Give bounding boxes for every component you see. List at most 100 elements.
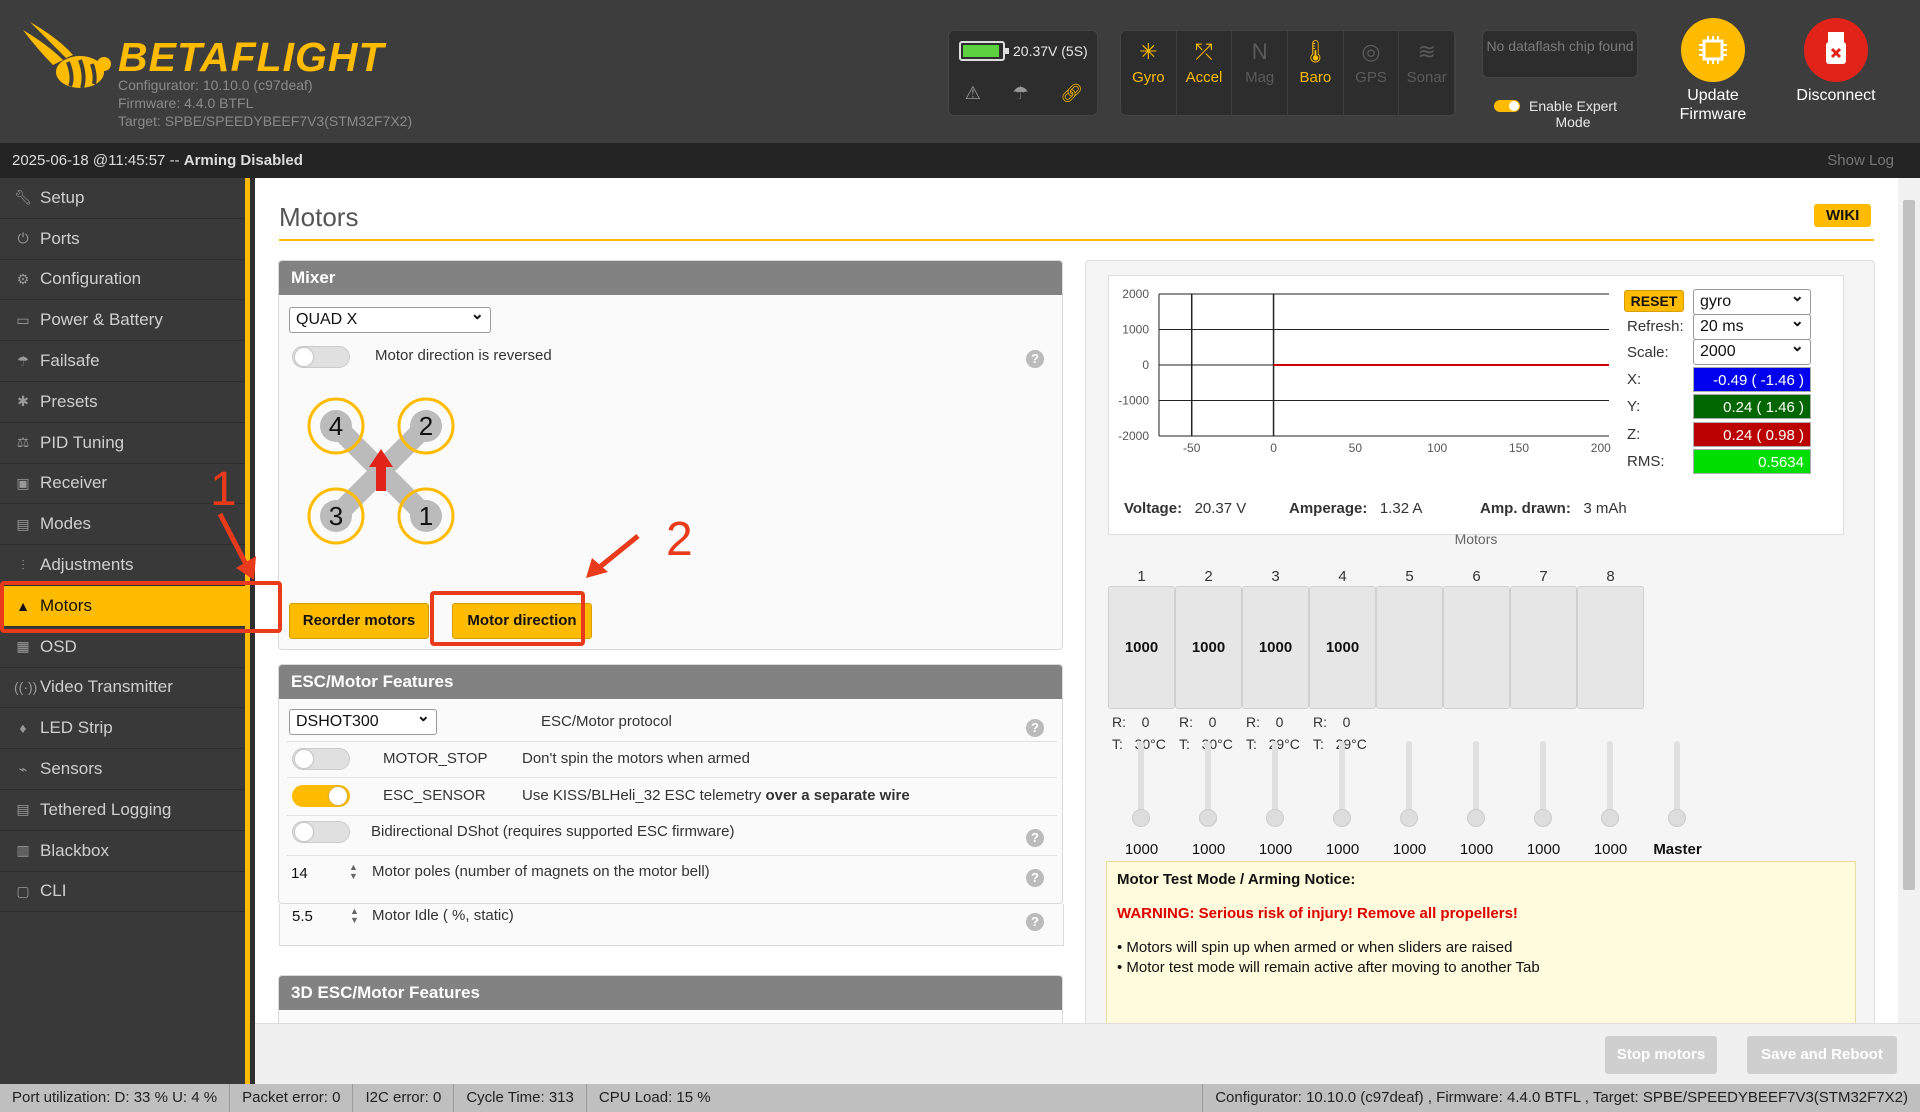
annotation-number-2: 2 bbox=[666, 513, 693, 566]
esc-protocol-select[interactable]: DSHOT300 bbox=[289, 707, 437, 735]
help-icon[interactable]: ? bbox=[1026, 719, 1044, 737]
motor-value-bar: 1000 bbox=[1108, 586, 1175, 709]
sidebar-item-video-transmitter[interactable]: ((·)) Video Transmitter bbox=[0, 668, 245, 709]
rms-label: RMS: bbox=[1627, 453, 1665, 470]
version-info: Configurator: 10.10.0 (c97deaf) Firmware… bbox=[118, 76, 412, 130]
help-icon[interactable]: ? bbox=[1026, 869, 1044, 887]
motor-slider[interactable] bbox=[1601, 741, 1619, 827]
help-icon[interactable]: ? bbox=[1026, 829, 1044, 847]
log-bar: 2025-06-18 @11:45:57 -- Arming Disabled … bbox=[0, 143, 1920, 178]
sidebar-item-setup[interactable]: 🔧︎ Setup bbox=[0, 178, 245, 219]
spinner-icon[interactable]: ▲ ▼ bbox=[350, 907, 359, 925]
slider-handle[interactable] bbox=[1199, 809, 1217, 827]
baro-icon: 🌡︎ bbox=[1301, 39, 1330, 64]
bidir-dshot-toggle[interactable] bbox=[292, 821, 350, 843]
slider-handle[interactable] bbox=[1333, 809, 1351, 827]
usb-disconnect-icon bbox=[1804, 18, 1868, 82]
update-firmware-button[interactable]: Update Firmware bbox=[1658, 18, 1768, 124]
motor-value-bar: 1000 bbox=[1175, 586, 1242, 709]
mixer-type-select[interactable]: QUAD X bbox=[289, 305, 491, 333]
motor-value: 1000 bbox=[1124, 639, 1159, 656]
motor-value-bar bbox=[1577, 586, 1644, 709]
content-scrollbar[interactable] bbox=[1898, 178, 1920, 1023]
sidebar-item-power-battery[interactable]: ▭ Power & Battery bbox=[0, 300, 245, 342]
sidebar-item-label: CLI bbox=[40, 881, 67, 901]
reset-button[interactable]: RESET bbox=[1624, 290, 1684, 312]
sidebar-item-blackbox[interactable]: ▥ Blackbox bbox=[0, 831, 245, 872]
motor-slider[interactable] bbox=[1132, 741, 1150, 827]
motor-1-label: 1 bbox=[419, 501, 433, 531]
3d-esc-panel-title: 3D ESC/Motor Features bbox=[279, 976, 1062, 1010]
bidir-dshot-label: Bidirectional DShot (requires supported … bbox=[371, 823, 735, 840]
sidebar-item-ports[interactable]: ⏻ Ports bbox=[0, 219, 245, 260]
motor-slider[interactable] bbox=[1400, 741, 1418, 827]
sensor-graph: 2000 1000 0 -1000 -2000 -50 0 50 100 150 200 RESET… bbox=[1108, 275, 1844, 535]
save-reboot-button[interactable]: Save and Reboot bbox=[1747, 1036, 1897, 1074]
sidebar-item-configuration[interactable]: ⚙ Configuration bbox=[0, 260, 245, 301]
sidebar-item-pid-tuning[interactable]: ⚖ PID Tuning bbox=[0, 423, 245, 464]
sidebar-item-presets[interactable]: ✱ Presets bbox=[0, 382, 245, 423]
expert-mode-toggle[interactable]: Enable Expert Mode bbox=[1494, 98, 1618, 130]
arming-status: Arming Disabled bbox=[183, 152, 303, 169]
sidebar-item-failsafe[interactable]: ☂ Failsafe bbox=[0, 341, 245, 382]
esc-sensor-toggle[interactable] bbox=[292, 785, 350, 807]
sidebar-item-modes[interactable]: ▤ Modes bbox=[0, 504, 245, 546]
reorder-motors-button[interactable]: Reorder motors bbox=[289, 603, 429, 639]
stop-motors-button[interactable]: Stop motors bbox=[1605, 1036, 1717, 1074]
motor-idle-input[interactable]: 5.5 bbox=[292, 908, 313, 925]
highlight-box-motors bbox=[0, 581, 282, 633]
expert-mode-switch[interactable] bbox=[1494, 100, 1520, 112]
sidebar-item-label: Adjustments bbox=[40, 555, 134, 575]
annotation-arrow-2 bbox=[586, 534, 640, 578]
sidebar-item-led-strip[interactable]: ♦ LED Strip bbox=[0, 708, 245, 750]
quad-x-diagram: 4 2 3 1 bbox=[307, 397, 455, 545]
wiki-button[interactable]: WIKI bbox=[1814, 204, 1872, 227]
slider-handle[interactable] bbox=[1668, 809, 1686, 827]
sidebar-item-sensors[interactable]: ⌁ Sensors bbox=[0, 749, 245, 790]
motor-poles-input[interactable]: 14 bbox=[291, 865, 308, 882]
mixer-panel: Mixer QUAD X Motor direction is reversed… bbox=[278, 260, 1063, 650]
motor-slider[interactable] bbox=[1199, 741, 1217, 827]
motor-slider[interactable] bbox=[1534, 741, 1552, 827]
slider-handle[interactable] bbox=[1132, 809, 1150, 827]
scale-label: Scale: bbox=[1627, 344, 1669, 361]
sidebar-item-receiver[interactable]: ▣ Receiver bbox=[0, 464, 245, 505]
spinner-icon[interactable]: ▲ ▼ bbox=[349, 863, 358, 881]
nav-icon: ▢ bbox=[16, 882, 30, 899]
motor-slider[interactable] bbox=[1333, 741, 1351, 827]
z-value: 0.24 ( 0.98 ) bbox=[1693, 422, 1811, 447]
sidebar-item-label: Configuration bbox=[40, 269, 142, 289]
log-timestamp: 2025-06-18 @11:45:57 -- bbox=[12, 152, 184, 169]
sidebar-item-tethered-logging[interactable]: ▤ Tethered Logging bbox=[0, 790, 245, 831]
show-log-link[interactable]: Show Log bbox=[1827, 143, 1894, 178]
sidebar-item-adjustments[interactable]: ⫶ Adjustments bbox=[0, 545, 245, 586]
nav-icon: ⚖ bbox=[16, 434, 30, 451]
slider-handle[interactable] bbox=[1467, 809, 1485, 827]
motor-number: 4 bbox=[1338, 568, 1347, 585]
sensor-gyro: ✳ Gyro bbox=[1121, 31, 1177, 117]
slider-handle[interactable] bbox=[1534, 809, 1552, 827]
help-icon[interactable]: ? bbox=[1026, 350, 1044, 368]
motor-4-label: 4 bbox=[329, 411, 343, 441]
slider-handle[interactable] bbox=[1601, 809, 1619, 827]
help-icon[interactable]: ? bbox=[1026, 913, 1044, 931]
sidebar-item-cli[interactable]: ▢ CLI bbox=[0, 872, 245, 913]
motor-number: 1 bbox=[1137, 568, 1146, 585]
status-bar: Port utilization: D: 33 % U: 4 % Packet … bbox=[0, 1084, 1920, 1112]
motor-stop-toggle[interactable] bbox=[292, 748, 350, 770]
motor-slider[interactable] bbox=[1467, 741, 1485, 827]
disconnect-button[interactable]: Disconnect bbox=[1781, 18, 1891, 105]
motor-slider[interactable] bbox=[1266, 741, 1284, 827]
scale-select[interactable]: 2000 bbox=[1693, 337, 1811, 365]
motor-number: 8 bbox=[1606, 568, 1615, 585]
slider-handle[interactable] bbox=[1400, 809, 1418, 827]
dataflash-status: No dataflash chip found bbox=[1482, 30, 1638, 78]
x-tick-label: 150 bbox=[1509, 441, 1529, 455]
slider-handle[interactable] bbox=[1266, 809, 1284, 827]
firmware-version: Firmware: 4.4.0 BTFL bbox=[118, 95, 254, 111]
sidebar-item-label: Power & Battery bbox=[40, 310, 163, 330]
nav-icon: ⚙ bbox=[16, 270, 30, 287]
motor-number: 6 bbox=[1472, 568, 1481, 585]
master-slider[interactable] bbox=[1668, 741, 1686, 827]
motor-reversed-toggle[interactable] bbox=[292, 346, 350, 368]
